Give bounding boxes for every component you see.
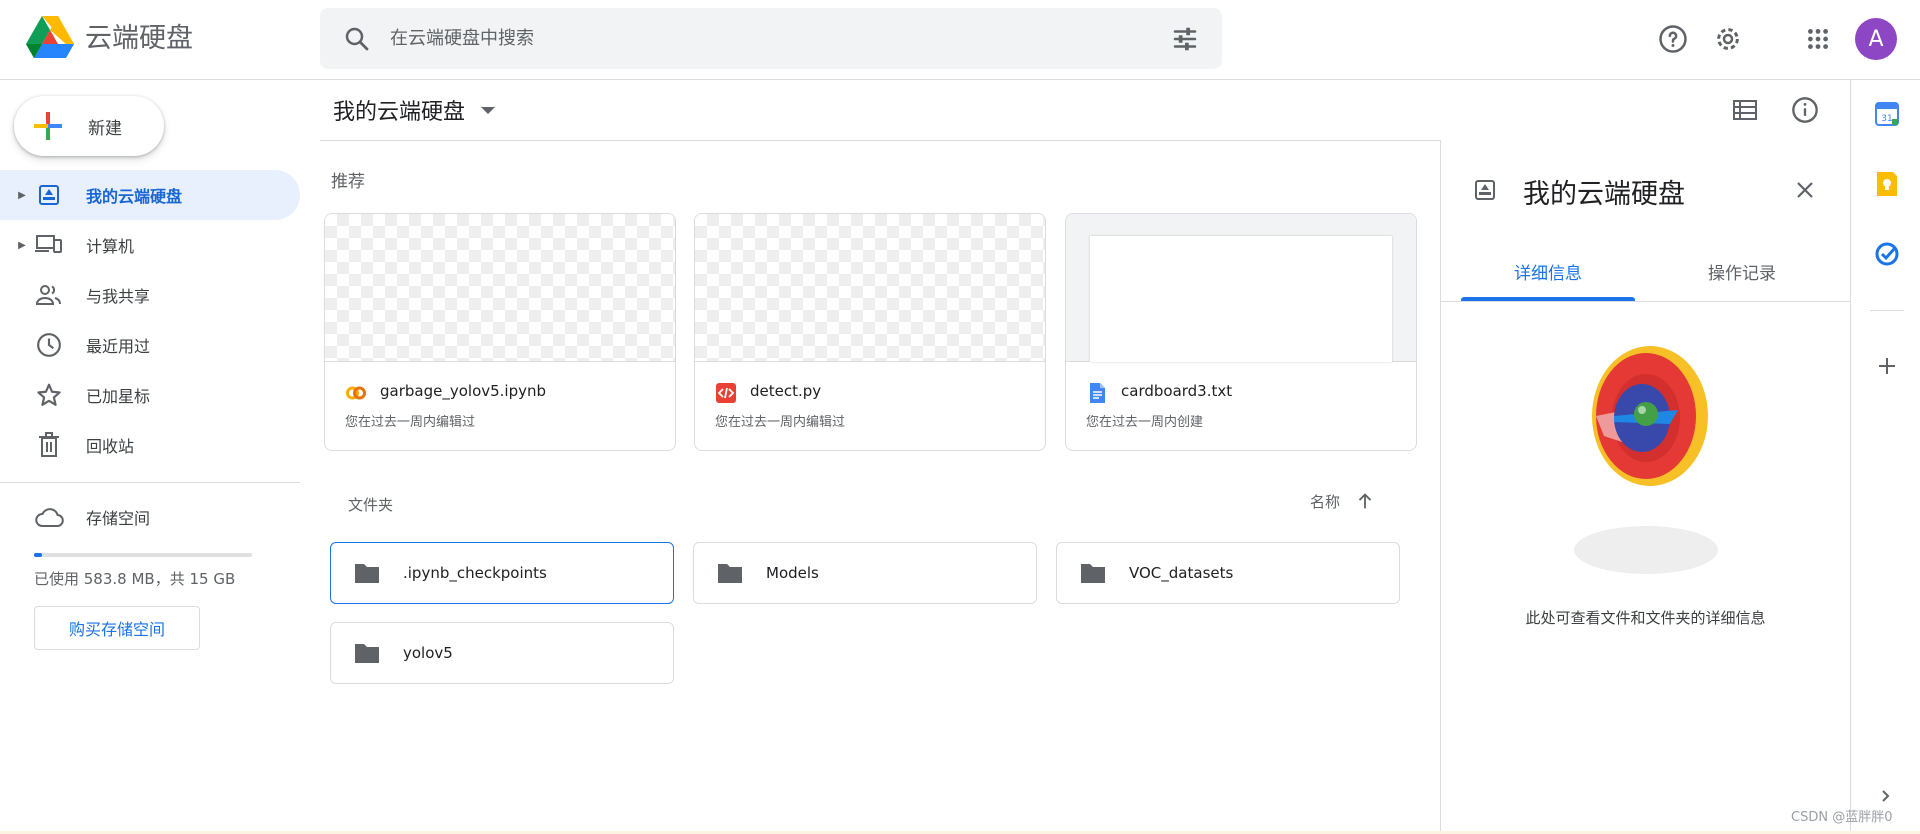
file-name: cardboard3.txt (1121, 382, 1233, 400)
sidebar-item-label: 回收站 (86, 437, 135, 456)
code-file-icon (716, 383, 736, 403)
new-button-label: 新建 (88, 118, 122, 139)
dropdown-arrow-icon (481, 106, 496, 114)
plus-icon (34, 112, 62, 140)
new-button[interactable]: 新建 (14, 96, 164, 156)
sidebar-item-my-drive[interactable]: ▶ 我的云端硬盘 (0, 170, 300, 220)
svg-text:31: 31 (1881, 114, 1892, 124)
watermark: CSDN @蓝胖胖0 (1791, 810, 1893, 825)
tasks-icon[interactable] (1873, 240, 1901, 268)
avatar[interactable]: A (1855, 18, 1897, 60)
folder-item[interactable]: .ipynb_checkpoints (330, 542, 674, 604)
file-activity: 您在过去一周内创建 (1086, 415, 1204, 430)
sidebar-item-computers[interactable]: ▶ 计算机 (0, 220, 300, 270)
sidebar-item-label: 计算机 (86, 237, 135, 256)
close-icon[interactable] (1793, 178, 1817, 202)
details-hint: 此处可查看文件和文件夹的详细信息 (1525, 609, 1766, 627)
chevron-right-icon[interactable] (1878, 788, 1894, 804)
sidebar-item-storage[interactable]: 存储空间 (0, 492, 300, 542)
details-illustration (1574, 346, 1718, 574)
sidebar-item-label: 与我共享 (86, 287, 151, 306)
search-options-icon[interactable] (1170, 24, 1200, 54)
suggested-file-card[interactable]: garbage_yolov5.ipynb 您在过去一周内编辑过 (324, 213, 676, 451)
tab-details[interactable]: 详细信息 (1461, 259, 1635, 284)
shared-icon (34, 280, 64, 310)
file-thumbnail (695, 214, 1045, 362)
folder-icon (355, 644, 379, 663)
colab-icon (346, 386, 366, 400)
info-icon[interactable] (1785, 90, 1825, 130)
toolbar-divider (320, 140, 1440, 141)
star-icon (34, 380, 64, 410)
drive-logo-icon[interactable] (26, 16, 74, 60)
folder-icon (718, 564, 742, 583)
arrow-up-icon[interactable] (1354, 490, 1376, 512)
help-icon[interactable] (1653, 19, 1693, 59)
file-activity: 您在过去一周内编辑过 (715, 415, 846, 430)
sidebar-item-trash[interactable]: 回收站 (0, 420, 300, 470)
file-name: garbage_yolov5.ipynb (380, 382, 547, 400)
app-title[interactable]: 云端硬盘 (85, 22, 193, 56)
suggested-file-card[interactable]: cardboard3.txt 您在过去一周内创建 (1065, 213, 1417, 451)
sort-label: 名称 (1310, 492, 1341, 511)
expand-caret-icon[interactable]: ▶ (12, 240, 32, 251)
folders-heading: 文件夹 (348, 496, 394, 514)
search-icon[interactable] (342, 24, 372, 54)
rail-divider (1870, 310, 1904, 311)
folder-name: Models (766, 564, 819, 582)
sidebar-item-starred[interactable]: 已加星标 (0, 370, 300, 420)
sidebar-item-shared[interactable]: 与我共享 (0, 270, 300, 320)
keep-icon[interactable] (1873, 170, 1901, 198)
document-preview (1090, 236, 1392, 362)
side-panel-border (1850, 80, 1851, 834)
folder-icon (1081, 564, 1105, 583)
search-bar[interactable] (320, 8, 1222, 69)
folder-item[interactable]: VOC_datasets (1056, 542, 1400, 604)
storage-usage-bar (34, 553, 252, 557)
computers-icon (34, 230, 64, 260)
sidebar-item-recent[interactable]: 最近用过 (0, 320, 300, 370)
tab-activity[interactable]: 操作记录 (1655, 259, 1829, 284)
trash-icon (34, 430, 64, 460)
file-thumbnail (1066, 214, 1416, 362)
details-panel-border (1440, 140, 1441, 834)
folder-item[interactable]: Models (693, 542, 1037, 604)
calendar-icon[interactable]: 31 (1873, 100, 1901, 128)
sidebar-item-label: 已加星标 (86, 387, 151, 406)
tabs-divider (1441, 301, 1850, 302)
my-drive-icon (1475, 180, 1495, 200)
doc-icon (1090, 383, 1105, 403)
clock-icon (34, 330, 64, 360)
buy-storage-button[interactable]: 购买存储空间 (34, 606, 200, 650)
storage-usage-text: 已使用 583.8 MB，共 15 GB (34, 570, 236, 588)
file-activity: 您在过去一周内编辑过 (345, 415, 476, 430)
search-input[interactable] (390, 18, 1130, 58)
folder-icon (355, 564, 379, 583)
expand-caret-icon[interactable]: ▶ (12, 190, 32, 201)
folder-name: VOC_datasets (1129, 564, 1234, 582)
settings-icon[interactable] (1708, 19, 1748, 59)
file-name: detect.py (750, 382, 822, 400)
my-drive-icon (34, 180, 64, 210)
page-title-text: 我的云端硬盘 (333, 100, 466, 125)
sidebar-item-label: 存储空间 (86, 509, 151, 528)
list-view-icon[interactable] (1725, 90, 1765, 130)
folder-name: .ipynb_checkpoints (403, 564, 547, 582)
suggested-file-card[interactable]: detect.py 您在过去一周内编辑过 (694, 213, 1046, 451)
folder-item[interactable]: yolov5 (330, 622, 674, 684)
sidebar-item-label: 我的云端硬盘 (86, 187, 183, 206)
apps-icon[interactable] (1798, 19, 1838, 59)
suggested-heading: 推荐 (331, 172, 365, 192)
sidebar-divider (0, 482, 300, 483)
sidebar-item-label: 最近用过 (86, 337, 151, 356)
storage-usage-fill (34, 553, 42, 557)
sort-control[interactable]: 名称 (1310, 490, 1376, 512)
folder-name: yolov5 (403, 644, 453, 662)
file-thumbnail (325, 214, 675, 362)
page-title[interactable]: 我的云端硬盘 (333, 94, 496, 126)
add-addon-icon[interactable] (1873, 352, 1901, 380)
cloud-icon (34, 502, 64, 532)
details-title: 我的云端硬盘 (1523, 179, 1685, 210)
